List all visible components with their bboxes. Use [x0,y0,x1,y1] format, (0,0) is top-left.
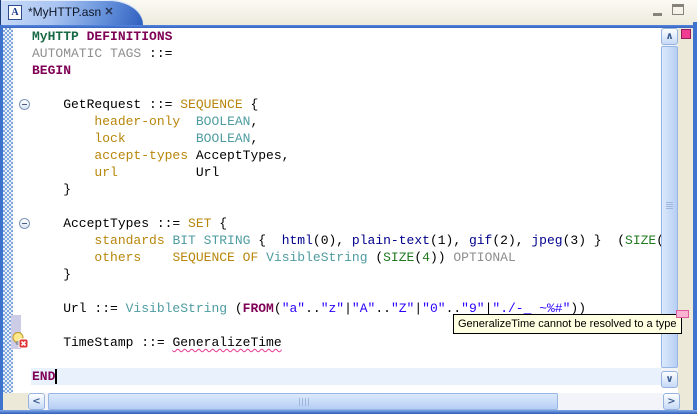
scroll-up-button[interactable]: ∧ [661,28,678,45]
close-icon[interactable]: ✕ [102,5,116,19]
scroll-left-button[interactable]: < [28,393,45,410]
window-border-bottom [0,410,697,414]
code-line: url Url [94,165,220,180]
code-line: } [32,182,72,197]
code-line: AcceptTypes ::= SET { [32,216,228,231]
error-bulb-icon[interactable] [11,331,29,349]
code-line: standards BIT STRING { html(0), plain-te… [94,233,661,248]
overview-ruler[interactable] [678,28,693,410]
scrollbar-grip [666,202,673,210]
minimize-icon [653,13,662,16]
scroll-right-button[interactable]: > [663,393,680,410]
asn-file-icon: A [8,5,22,20]
maximize-view-button[interactable] [671,4,686,17]
fold-collapse-icon[interactable] [19,218,30,229]
code-line: END [31,368,661,385]
code-line: BEGIN [32,63,72,78]
tab-myhttp-asn[interactable]: A *MyHTTP.asn ✕ [0,0,143,25]
code-line: MyHTTP DEFINITIONS [32,29,173,44]
minimize-view-button[interactable] [651,4,666,17]
overview-error-marker[interactable] [676,310,689,318]
code-line: AUTOMATIC TAGS ::= [32,46,173,61]
code-editor[interactable]: MyHTTP DEFINITIONSAUTOMATIC TAGS ::=BEGI… [31,28,661,393]
code-line: } [32,267,72,282]
tab-title: *MyHTTP.asn [28,5,102,19]
error-tooltip: GeneralizeTime cannot be resolved to a t… [453,314,682,334]
code-line: GetRequest ::= SEQUENCE { [32,97,259,112]
window-border-left [0,25,3,414]
fold-collapse-icon[interactable] [19,99,30,110]
maximize-icon [672,4,684,15]
text-cursor [55,369,58,384]
code-line: others SEQUENCE OF VisibleString (SIZE(4… [94,250,516,265]
code-line: TimeStamp ::= GeneralizeTime [32,335,282,350]
window-border-right [693,22,697,414]
code-line: accept-types AcceptTypes, [94,148,290,163]
tab-bar: A *MyHTTP.asn ✕ [0,0,697,25]
editor-window: A *MyHTTP.asn ✕ MyHTTP DEFINITIONS AUTOMA… [0,0,697,414]
bottom-left-corner [3,393,28,410]
code-line: header-only BOOLEAN, [94,114,259,129]
horizontal-scrollbar-thumb[interactable] [48,393,558,410]
scrollbar-grip [299,398,309,406]
code-line: lock BOOLEAN, [94,131,259,146]
overview-error-summary-marker[interactable] [681,29,691,39]
scroll-down-button[interactable]: ∨ [661,371,678,388]
